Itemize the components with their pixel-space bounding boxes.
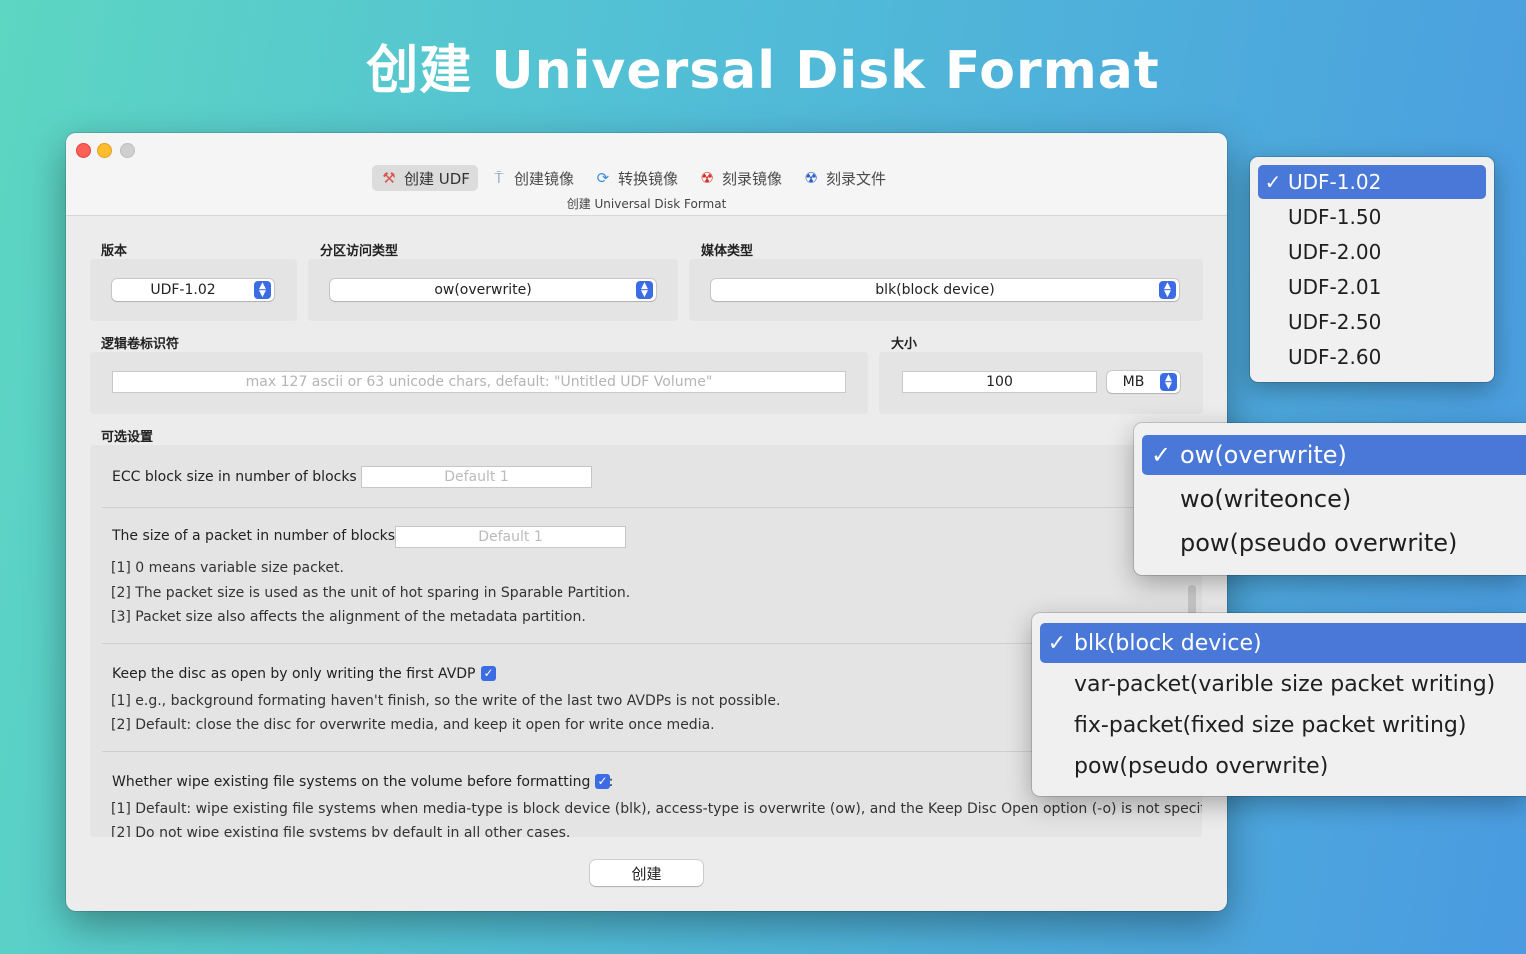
checkmark-icon: ✓ (1264, 170, 1282, 194)
packet-note-1: [1] 0 means variable size packet. (111, 560, 344, 576)
wipe-fs-note-2: [2] Do not wipe existing file systems by… (111, 825, 571, 837)
media-type-popup[interactable]: blk(block device) ▲ ▼ (711, 279, 1179, 301)
close-window-button[interactable] (76, 143, 91, 158)
media-type-popup-value: blk(block device) (875, 282, 995, 298)
media-type-label: 媒体类型 (701, 244, 754, 259)
page-headline: 创建 Universal Disk Format (366, 41, 1160, 101)
version-option[interactable]: UDF-2.50 (1258, 305, 1486, 339)
packet-size-label: The size of a packet in number of blocks… (112, 528, 405, 544)
pin-icon: ⍑ (494, 169, 504, 187)
media-type-option[interactable]: var-packet(varible size packet writing) (1040, 664, 1518, 704)
version-option[interactable]: UDF-2.01 (1258, 270, 1486, 304)
tab-burn-files[interactable]: ☢ 刻录文件 (794, 165, 894, 191)
access-type-menu: ✓ ow(overwrite) wo(writeonce) pow(pseudo … (1134, 423, 1526, 575)
keep-open-label: Keep the disc as open by only writing th… (112, 666, 485, 682)
size-unit-value: MB (1122, 374, 1145, 390)
access-type-label: 分区访问类型 (320, 244, 399, 259)
version-option[interactable]: ✓ UDF-1.02 (1258, 165, 1486, 199)
media-type-option[interactable]: ✓ blk(block device) (1040, 623, 1526, 663)
keep-open-checkbox[interactable]: ✓ (481, 666, 496, 681)
checkmark-icon: ✓ (1150, 441, 1172, 469)
create-button[interactable]: 创建 (590, 860, 703, 886)
tab-convert-image-label: 转换镜像 (617, 169, 678, 188)
wipe-fs-label: Whether wipe existing file systems on th… (112, 774, 614, 790)
tab-create-image[interactable]: ⍑ 创建镜像 (482, 165, 582, 191)
tab-burn-files-label: 刻录文件 (825, 169, 886, 188)
access-type-option[interactable]: wo(writeonce) (1142, 479, 1518, 519)
checkmark-icon: ✓ (597, 774, 608, 788)
optional-settings-label: 可选设置 (101, 430, 154, 445)
media-type-option[interactable]: pow(pseudo overwrite) (1040, 746, 1518, 786)
size-unit-popup[interactable]: MB ▲ ▼ (1107, 371, 1180, 393)
minimize-window-button[interactable] (97, 143, 112, 158)
packet-note-2: [2] The packet size is used as the unit … (111, 585, 631, 601)
version-option[interactable]: UDF-1.50 (1258, 200, 1486, 234)
size-input[interactable] (902, 371, 1097, 393)
toolbar: ⚒ 创建 UDF ⍑ 创建镜像 ⟳ 转换镜像 ☢ 刻录镜像 ☢ 刻录文件 创建 … (66, 133, 1227, 216)
divider (102, 507, 1192, 508)
packet-note-3: [3] Packet size also affects the alignme… (111, 609, 586, 625)
divider (102, 751, 1192, 752)
wipe-fs-checkbox[interactable]: ✓ (595, 774, 610, 789)
version-option[interactable]: UDF-2.60 (1258, 340, 1486, 374)
divider (102, 643, 1192, 644)
radiation-icon: ☢ (700, 169, 714, 187)
access-type-option[interactable]: ✓ ow(overwrite) (1142, 435, 1526, 475)
media-type-option[interactable]: fix-packet(fixed size packet writing) (1040, 705, 1518, 745)
version-popup-value: UDF-1.02 (150, 282, 216, 298)
tab-create-image-label: 创建镜像 (513, 169, 574, 188)
keep-open-note-2: [2] Default: close the disc for overwrit… (111, 717, 715, 733)
chevron-updown-icon: ▲ ▼ (254, 281, 271, 299)
chevron-updown-icon: ▲ ▼ (1159, 281, 1176, 299)
keep-open-note-1: [1] e.g., background formating haven't f… (111, 693, 781, 709)
zoom-window-button[interactable] (120, 143, 135, 158)
hammer-icon: ⚒ (382, 169, 396, 187)
convert-icon: ⟳ (596, 169, 610, 187)
radiation-blue-icon: ☢ (804, 169, 818, 187)
volume-id-input[interactable] (112, 371, 846, 393)
access-type-option[interactable]: pow(pseudo overwrite) (1142, 523, 1518, 563)
tab-create-udf[interactable]: ⚒ 创建 UDF (372, 165, 478, 191)
tab-create-udf-label: 创建 UDF (404, 169, 470, 188)
packet-size-input[interactable] (395, 526, 626, 548)
version-option[interactable]: UDF-2.00 (1258, 235, 1486, 269)
window-subtitle: 创建 Universal Disk Format (566, 197, 727, 211)
volume-id-label: 逻辑卷标识符 (101, 337, 180, 352)
media-type-menu: ✓ blk(block device) var-packet(varible si… (1032, 613, 1526, 796)
tab-burn-image[interactable]: ☢ 刻录镜像 (690, 165, 790, 191)
access-type-popup-value: ow(overwrite) (434, 282, 532, 298)
checkmark-icon: ✓ (483, 666, 494, 680)
ecc-block-size-input[interactable] (361, 466, 592, 488)
access-type-popup[interactable]: ow(overwrite) ▲ ▼ (330, 279, 656, 301)
version-menu: ✓ UDF-1.02 UDF-1.50 UDF-2.00 UDF-2.01 UDF… (1250, 157, 1494, 382)
version-popup[interactable]: UDF-1.02 ▲ ▼ (112, 279, 274, 301)
tab-convert-image[interactable]: ⟳ 转换镜像 (586, 165, 686, 191)
size-label: 大小 (891, 337, 918, 352)
chevron-updown-icon: ▲ ▼ (1160, 373, 1177, 391)
toolbar-tabs: ⚒ 创建 UDF ⍑ 创建镜像 ⟳ 转换镜像 ☢ 刻录镜像 ☢ 刻录文件 (372, 165, 894, 191)
wipe-fs-note-1: [1] Default: wipe existing file systems … (111, 801, 1202, 817)
version-label: 版本 (101, 244, 128, 259)
tab-burn-image-label: 刻录镜像 (721, 169, 782, 188)
chevron-updown-icon: ▲ ▼ (636, 281, 653, 299)
ecc-block-size-label: ECC block size in number of blocks : (112, 469, 366, 485)
checkmark-icon: ✓ (1047, 630, 1067, 656)
